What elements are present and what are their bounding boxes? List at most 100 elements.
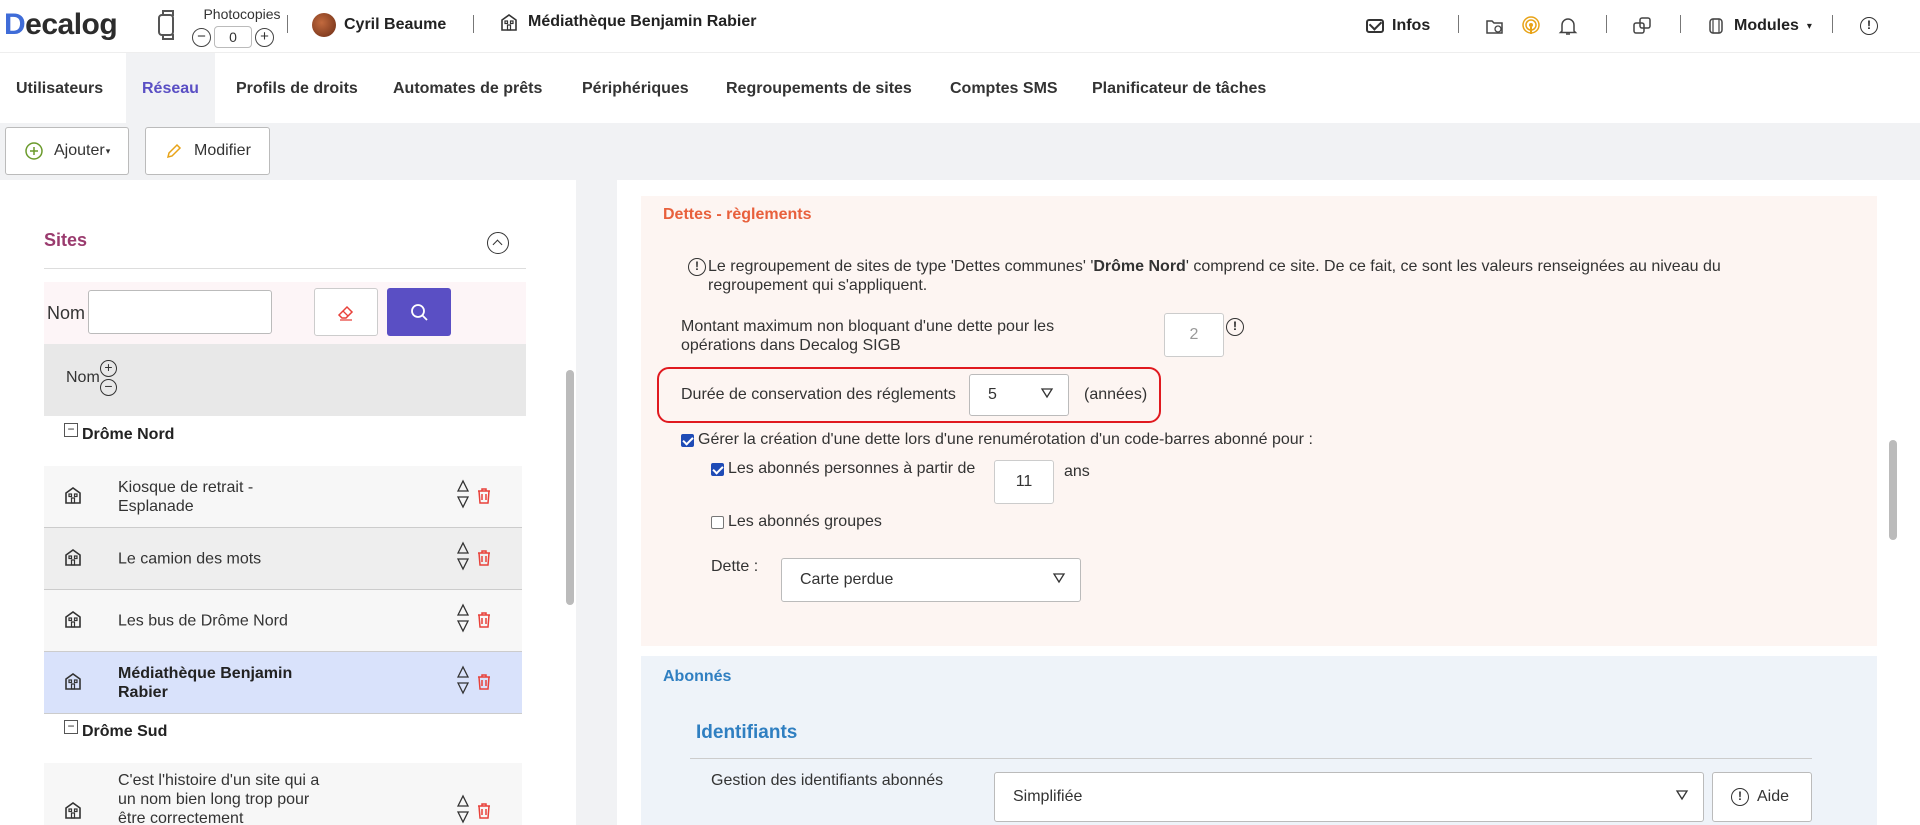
max-amount-input[interactable]: 2 xyxy=(1164,313,1224,357)
move-up-icon[interactable] xyxy=(456,602,470,618)
sites-column-header: Nom + − xyxy=(44,344,526,416)
delete-icon[interactable] xyxy=(474,610,494,630)
list-item[interactable]: Le camion des mots xyxy=(44,528,522,590)
photocopies-label: Photocopies xyxy=(203,6,281,22)
divider xyxy=(1680,15,1681,33)
site-name: Les bus de Drôme Nord xyxy=(118,612,288,629)
delete-icon[interactable] xyxy=(474,548,494,568)
collapse-all-icon[interactable]: − xyxy=(100,379,117,396)
notifications-button[interactable] xyxy=(1558,0,1578,52)
groups-checkbox[interactable] xyxy=(711,516,724,529)
delete-icon[interactable] xyxy=(474,801,494,821)
cloud-folder-button[interactable] xyxy=(1485,0,1505,52)
infos-button[interactable]: Infos xyxy=(1366,0,1430,52)
sites-scrollbar[interactable] xyxy=(566,370,574,605)
sites-filter: Nom xyxy=(44,282,526,344)
cloud-folder-icon xyxy=(1485,16,1505,36)
divider xyxy=(1606,15,1607,33)
watch-icon[interactable] xyxy=(158,10,174,40)
search-button[interactable] xyxy=(387,288,451,336)
tab-planificateur-de-taches[interactable]: Planificateur de tâches xyxy=(1076,53,1282,124)
move-up-icon[interactable] xyxy=(456,793,470,809)
delete-icon[interactable] xyxy=(474,486,494,506)
tab-utilisateurs[interactable]: Utilisateurs xyxy=(0,53,119,124)
list-item[interactable]: C'est l'histoire d'un site qui a un nom … xyxy=(44,763,522,825)
tab-regroupements-de-sites[interactable]: Regroupements de sites xyxy=(710,53,928,124)
persons-unit: ans xyxy=(1064,463,1090,480)
building-icon xyxy=(64,486,82,504)
edit-button[interactable]: Modifier xyxy=(145,127,270,175)
group-name: Drôme Sud xyxy=(82,723,168,740)
move-up-icon[interactable] xyxy=(456,664,470,680)
current-site-selector[interactable]: Médiathèque Benjamin Rabier xyxy=(500,13,757,31)
photocopies-count-input[interactable]: 0 xyxy=(214,26,252,48)
retention-select[interactable]: 5 xyxy=(969,374,1069,416)
photocopies-increment-button[interactable]: + xyxy=(255,27,274,47)
site-name: Médiathèque Benjamin Rabier xyxy=(118,664,293,701)
retention-label: Durée de conservation des réglements xyxy=(681,386,956,403)
user-name: Cyril Beaume xyxy=(344,16,447,33)
infos-label: Infos xyxy=(1392,17,1431,34)
filter-name-label: Nom xyxy=(47,303,86,323)
user-menu[interactable]: Cyril Beaume xyxy=(312,13,446,37)
divider xyxy=(1832,15,1833,33)
move-down-icon[interactable] xyxy=(456,809,470,825)
groups-label: Les abonnés groupes xyxy=(728,513,882,530)
add-button[interactable]: Ajouter ▾ xyxy=(5,127,130,175)
collapse-group-icon[interactable]: − xyxy=(64,720,78,734)
copy-link-icon xyxy=(1632,16,1652,36)
id-mgmt-label: Gestion des identifiants abonnés xyxy=(711,772,944,789)
dettes-title: Dettes - règlements xyxy=(663,206,812,223)
info-icon[interactable]: ! xyxy=(1226,318,1244,336)
mail-icon xyxy=(1366,19,1384,33)
about-button[interactable]: ! xyxy=(1860,0,1878,52)
reorder-arrows xyxy=(456,478,470,510)
building-icon xyxy=(64,548,82,566)
podcast-button[interactable] xyxy=(1521,0,1541,52)
tab-automates-de-prets[interactable]: Automates de prêts xyxy=(377,53,558,124)
modules-menu[interactable]: Modules ▾ xyxy=(1706,0,1812,52)
tab-peripheriques[interactable]: Périphériques xyxy=(566,53,705,124)
move-up-icon[interactable] xyxy=(456,478,470,494)
list-item[interactable]: Kiosque de retrait - Esplanade xyxy=(44,466,522,528)
links-button[interactable] xyxy=(1632,0,1652,52)
tab-profils-de-droits[interactable]: Profils de droits xyxy=(220,53,374,124)
clear-filter-button[interactable] xyxy=(314,288,378,336)
move-down-icon[interactable] xyxy=(456,556,470,572)
reorder-arrows xyxy=(456,664,470,696)
max-amount-label: Montant maximum non bloquant d'une dette… xyxy=(681,318,1055,354)
collapse-group-icon[interactable]: − xyxy=(64,423,78,437)
list-item[interactable]: Les bus de Drôme Nord xyxy=(44,590,522,652)
debt-type-select[interactable]: Carte perdue xyxy=(781,558,1081,602)
details-scrollbar[interactable] xyxy=(1889,440,1897,540)
move-up-icon[interactable] xyxy=(456,540,470,556)
modules-icon xyxy=(1706,16,1726,36)
move-down-icon[interactable] xyxy=(456,494,470,510)
divider xyxy=(287,15,288,33)
delete-icon[interactable] xyxy=(474,672,494,692)
move-down-icon[interactable] xyxy=(456,618,470,634)
list-item-selected[interactable]: Médiathèque Benjamin Rabier xyxy=(44,652,522,714)
group-drome-sud[interactable]: − Drôme Sud xyxy=(64,720,168,741)
expand-all-icon[interactable]: + xyxy=(100,360,117,377)
group-drome-nord[interactable]: − Drôme Nord xyxy=(64,423,174,444)
chevron-down-icon xyxy=(1052,571,1066,589)
persons-checkbox[interactable] xyxy=(711,463,724,476)
site-name: Le camion des mots xyxy=(118,550,262,567)
move-down-icon[interactable] xyxy=(456,680,470,696)
filter-name-input[interactable] xyxy=(88,290,272,334)
tab-reseau[interactable]: Réseau xyxy=(126,53,215,124)
info-icon: ! xyxy=(688,258,706,276)
renumber-debt-checkbox[interactable] xyxy=(681,434,694,447)
tab-comptes-sms[interactable]: Comptes SMS xyxy=(934,53,1074,124)
app-logo[interactable]: Decalog xyxy=(4,8,118,42)
photocopies-decrement-button[interactable]: − xyxy=(192,27,211,47)
avatar xyxy=(312,13,336,37)
collapse-sites-button[interactable] xyxy=(487,232,509,254)
logo-text: ecalog xyxy=(25,8,118,41)
sites-title: Sites xyxy=(44,230,88,250)
id-mgmt-select[interactable]: Simplifiée xyxy=(994,772,1704,822)
persons-age-input[interactable]: 11 xyxy=(994,460,1054,504)
column-name-label: Nom xyxy=(66,369,100,386)
help-button[interactable]: ! Aide xyxy=(1712,772,1812,822)
